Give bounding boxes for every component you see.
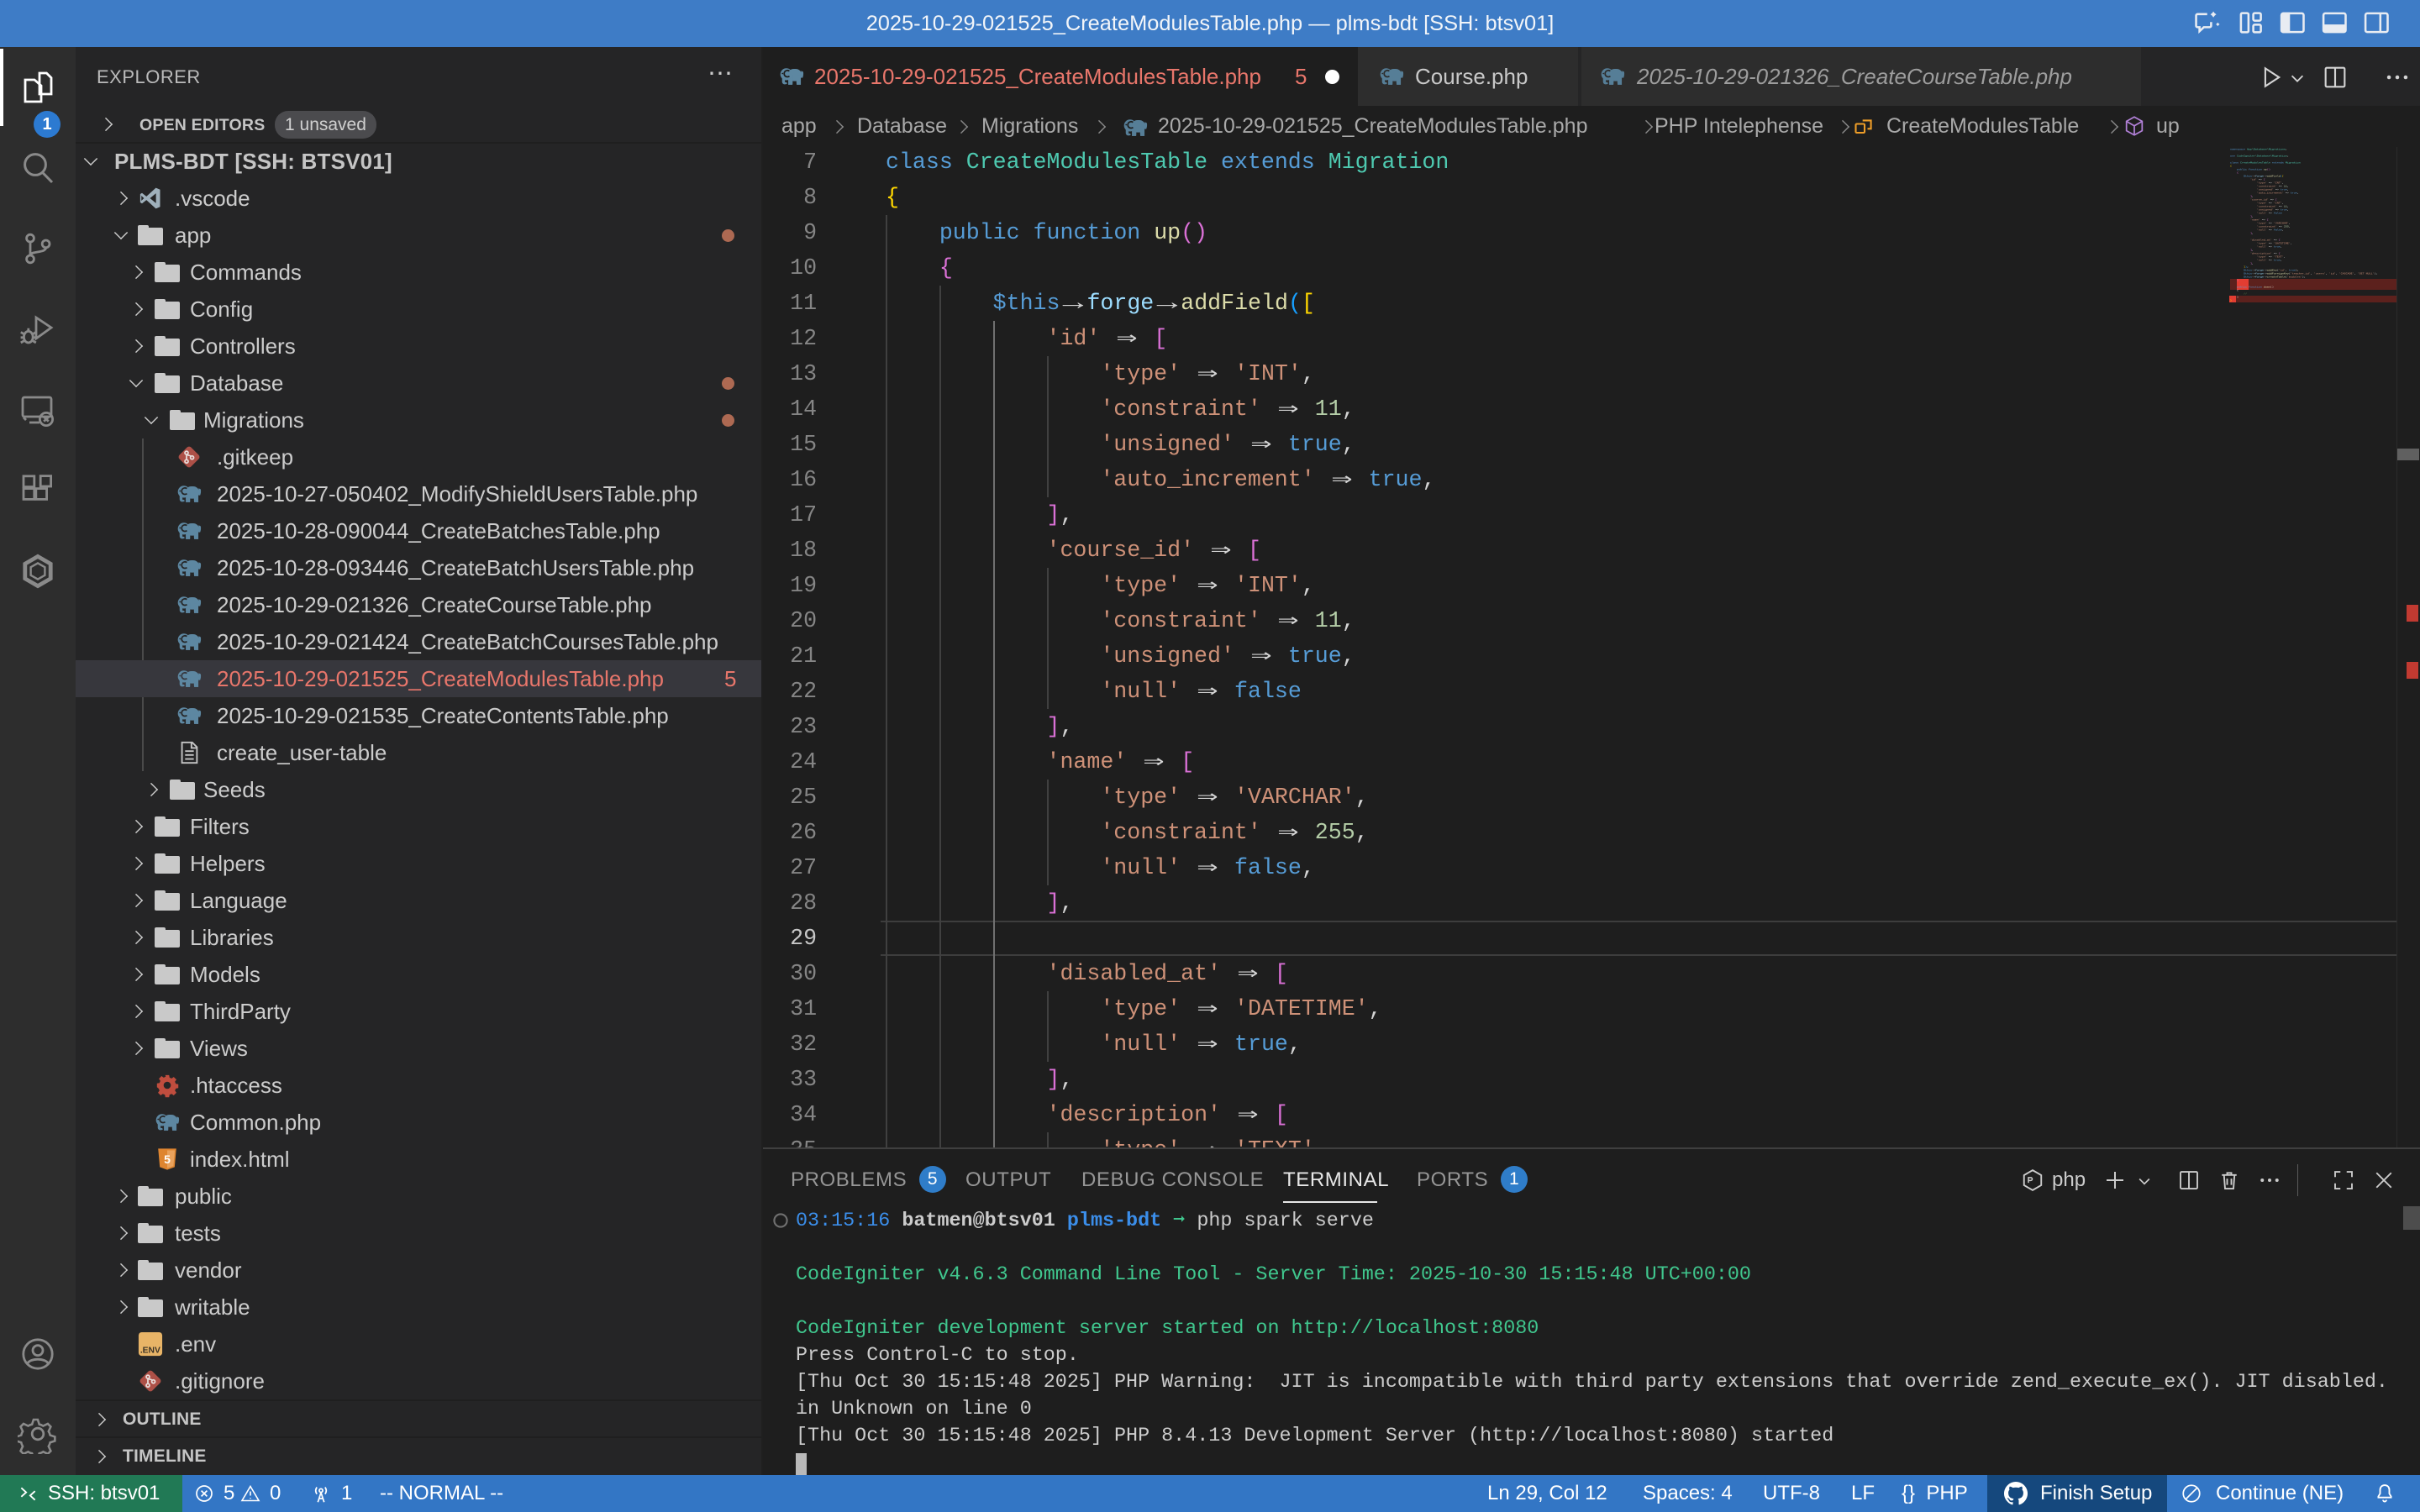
svg-text:.ENV: .ENV [140,1346,160,1355]
svg-text:5: 5 [164,1152,171,1166]
